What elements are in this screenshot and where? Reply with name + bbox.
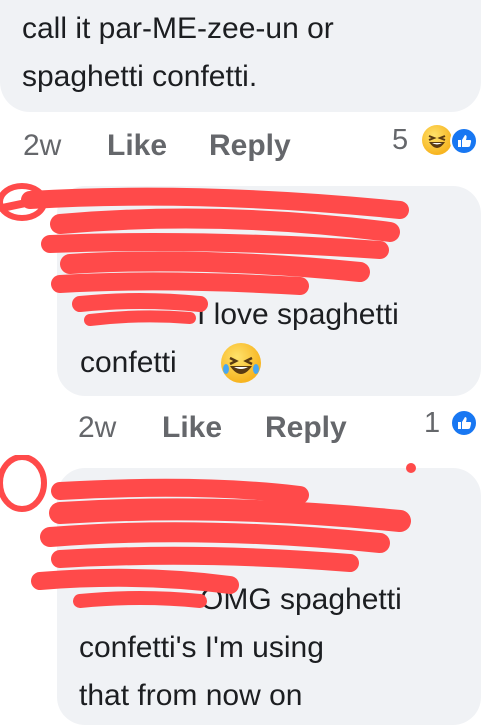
laughing-crying-emoji-icon xyxy=(221,343,261,383)
reply-button[interactable]: Reply xyxy=(209,128,291,164)
comment-text-line: call it par-ME-zee-un or xyxy=(22,12,334,45)
comment-text-line: spaghetti confetti. xyxy=(22,60,258,93)
like-icon[interactable] xyxy=(450,409,478,437)
comment-timestamp: 2w xyxy=(23,129,62,162)
like-icon[interactable] xyxy=(450,127,478,155)
redaction-scribble xyxy=(0,455,416,608)
reply-button[interactable]: Reply xyxy=(265,410,347,446)
like-button[interactable]: Like xyxy=(162,410,222,446)
comment-text-line: confetti xyxy=(80,346,177,379)
comment-timestamp: 2w xyxy=(78,411,117,444)
like-button[interactable]: Like xyxy=(107,128,167,164)
redaction-scribble xyxy=(0,183,409,326)
reaction-count[interactable]: 5 xyxy=(392,124,408,157)
comment-text-line: that from now on xyxy=(79,679,303,712)
laughing-emoji-icon[interactable] xyxy=(422,125,452,155)
comment-thread: call it par-ME-zee-un or spaghetti confe… xyxy=(0,0,481,725)
reaction-count[interactable]: 1 xyxy=(424,407,440,440)
comment-text-line: confetti's I'm using xyxy=(79,631,324,664)
